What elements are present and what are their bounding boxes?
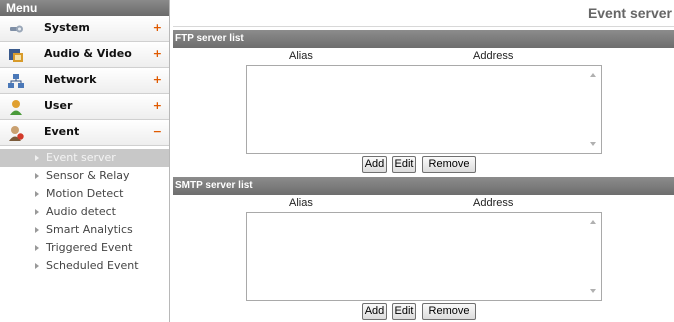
network-icon <box>8 74 24 88</box>
scroll-down-icon[interactable] <box>590 142 596 146</box>
sidebar-item-label: Network <box>44 73 97 86</box>
smtp-section-header: SMTP server list <box>173 177 674 195</box>
arrow-right-icon <box>35 227 39 233</box>
arrow-right-icon <box>35 263 39 269</box>
sidebar-subitem-label: Audio detect <box>46 205 116 218</box>
smtp-edit-button[interactable]: Edit <box>392 303 416 320</box>
column-header-address: Address <box>473 50 514 62</box>
arrow-right-icon <box>35 173 39 179</box>
sidebar-subitem-audio-detect[interactable]: Audio detect <box>0 203 169 221</box>
expand-icon[interactable]: + <box>153 73 162 86</box>
smtp-section: SMTP server list Alias Address Add Edit … <box>173 177 674 322</box>
sidebar-item-user[interactable]: User + <box>0 94 169 120</box>
sidebar-subitem-motion-detect[interactable]: Motion Detect <box>0 185 169 203</box>
sidebar-item-system[interactable]: System + <box>0 16 169 42</box>
sidebar-item-event[interactable]: Event − <box>0 120 169 146</box>
sidebar-subitem-triggered-event[interactable]: Triggered Event <box>0 239 169 257</box>
sidebar-item-label: Event <box>44 125 80 138</box>
scroll-down-icon[interactable] <box>590 289 596 293</box>
sidebar-item-label: User <box>44 99 73 112</box>
ftp-server-listbox[interactable] <box>246 65 602 154</box>
collapse-icon[interactable]: − <box>153 125 162 138</box>
sidebar-subitem-label: Motion Detect <box>46 187 124 200</box>
scrollbar[interactable] <box>586 213 601 300</box>
arrow-right-icon <box>35 245 39 251</box>
smtp-add-button[interactable]: Add <box>362 303 387 320</box>
divider <box>169 0 170 322</box>
column-header-address: Address <box>473 197 514 209</box>
smtp-column-headers: Alias Address <box>173 197 674 212</box>
smtp-server-listbox[interactable] <box>246 212 602 301</box>
scroll-up-icon[interactable] <box>590 220 596 224</box>
sidebar-subitem-label: Smart Analytics <box>46 223 133 236</box>
event-user-icon <box>9 126 24 141</box>
expand-icon[interactable]: + <box>153 21 162 34</box>
sidebar: Menu System + Audio & Video + Network + <box>0 0 169 322</box>
ftp-remove-button[interactable]: Remove <box>422 156 476 173</box>
smtp-remove-button[interactable]: Remove <box>422 303 476 320</box>
expand-icon[interactable]: + <box>153 47 162 60</box>
scrollbar[interactable] <box>586 66 601 153</box>
sidebar-subitem-event-server[interactable]: Event server <box>0 149 169 167</box>
sidebar-subitem-scheduled-event[interactable]: Scheduled Event <box>0 257 169 275</box>
column-header-alias: Alias <box>289 50 313 62</box>
sidebar-subitem-label: Event server <box>46 151 116 164</box>
user-icon <box>10 100 22 115</box>
wrench-icon <box>10 25 23 33</box>
page-title: Event server <box>587 5 672 21</box>
scroll-up-icon[interactable] <box>590 73 596 77</box>
ftp-section: FTP server list Alias Address Add Edit R… <box>173 30 674 173</box>
sidebar-subitem-sensor-relay[interactable]: Sensor & Relay <box>0 167 169 185</box>
ftp-edit-button[interactable]: Edit <box>392 156 416 173</box>
sidebar-item-label: System <box>44 21 90 34</box>
arrow-right-icon <box>35 209 39 215</box>
sidebar-subitem-smart-analytics[interactable]: Smart Analytics <box>0 221 169 239</box>
sidebar-subitem-label: Scheduled Event <box>46 259 139 272</box>
column-header-alias: Alias <box>289 197 313 209</box>
sidebar-item-label: Audio & Video <box>44 47 132 60</box>
expand-icon[interactable]: + <box>153 99 162 112</box>
film-icon <box>9 49 23 62</box>
ftp-section-header: FTP server list <box>173 30 674 48</box>
title-bar: Event server <box>173 0 674 27</box>
menu-header: Menu <box>0 0 169 16</box>
arrow-right-icon <box>35 191 39 197</box>
sidebar-item-audio-video[interactable]: Audio & Video + <box>0 42 169 68</box>
main-content: Event server FTP server list Alias Addre… <box>173 0 674 322</box>
sidebar-item-network[interactable]: Network + <box>0 68 169 94</box>
arrow-right-icon <box>35 155 39 161</box>
ftp-add-button[interactable]: Add <box>362 156 387 173</box>
ftp-column-headers: Alias Address <box>173 50 674 65</box>
sidebar-subitem-label: Triggered Event <box>46 241 133 254</box>
sidebar-subitem-label: Sensor & Relay <box>46 169 130 182</box>
